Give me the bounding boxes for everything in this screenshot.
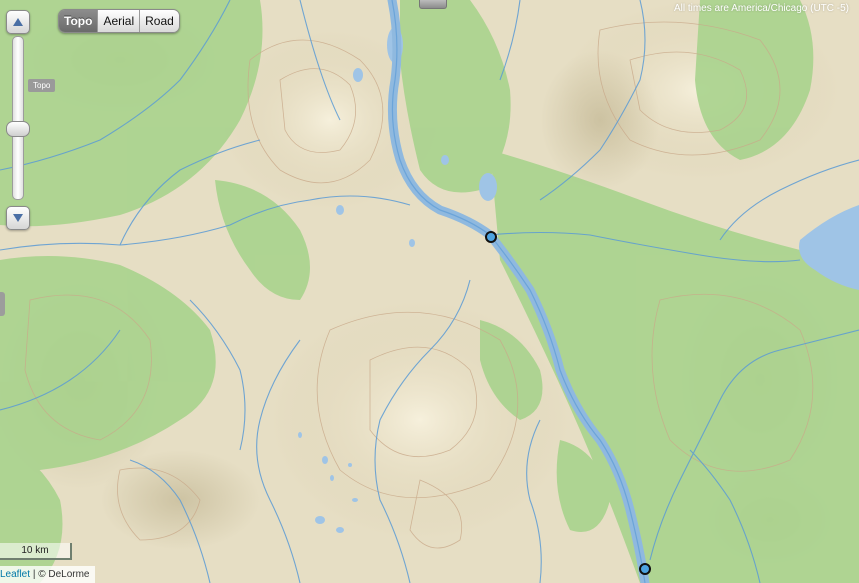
top-collapse-tab[interactable]	[419, 0, 447, 9]
zoom-out-button[interactable]	[6, 206, 30, 230]
topo-map[interactable]	[0, 0, 859, 583]
side-collapse-tab[interactable]	[0, 292, 5, 316]
map-type-aerial-button[interactable]: Aerial	[97, 10, 140, 32]
waypoint-marker-2[interactable]	[639, 563, 651, 575]
timezone-note: All times are America/Chicago (UTC -5)	[673, 3, 849, 14]
scale-bar: 10 km	[0, 543, 72, 560]
attribution: Leaflet | © DeLorme	[0, 566, 96, 583]
map-type-selector: Topo Aerial Road	[58, 9, 180, 33]
waypoint-marker-1[interactable]	[485, 231, 497, 243]
triangle-down-icon	[13, 214, 23, 222]
map-type-road-button[interactable]: Road	[139, 10, 179, 32]
zoom-slider-track[interactable]	[12, 36, 24, 200]
leaflet-link[interactable]: Leaflet	[0, 569, 30, 580]
zoom-level-label: Topo	[28, 79, 56, 92]
map-type-topo-button[interactable]: Topo	[59, 10, 98, 32]
attribution-separator: |	[32, 569, 36, 580]
zoom-slider-handle[interactable]	[6, 121, 30, 137]
triangle-up-icon	[13, 18, 23, 26]
attribution-text: © DeLorme	[38, 569, 90, 580]
zoom-in-button[interactable]	[6, 10, 30, 34]
